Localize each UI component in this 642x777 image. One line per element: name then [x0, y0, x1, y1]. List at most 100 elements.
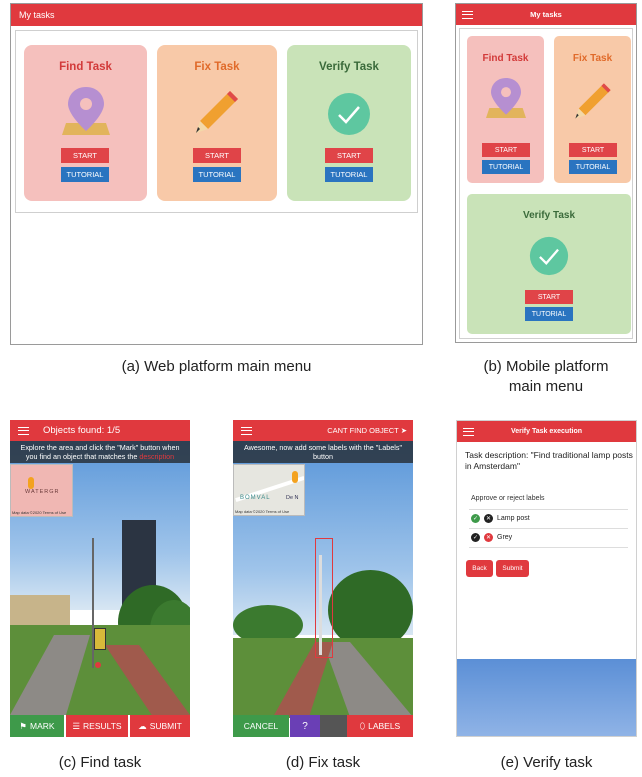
- submit-button-label: SUBMIT: [149, 721, 182, 731]
- results-button[interactable]: ☰ RESULTS: [66, 715, 128, 737]
- street-view-gap: [320, 715, 347, 737]
- person-marker-icon: [292, 471, 298, 483]
- map-label-2: De N: [286, 495, 299, 501]
- web-verify-tutorial-button[interactable]: TUTORIAL: [325, 167, 373, 182]
- caption-b-line-1: (b) Mobile platform: [483, 358, 609, 375]
- reject-x-icon[interactable]: ✕: [484, 533, 493, 542]
- web-verify-task-title: Verify Task: [319, 61, 379, 73]
- verify-bottom-blue-area: [457, 659, 636, 736]
- find-task-instruction-line-2-row: you find an object that matches the desc…: [14, 452, 186, 461]
- verify-submit-button[interactable]: Submit: [496, 560, 529, 577]
- pencil-icon: [575, 83, 611, 119]
- find-task-instruction-line-2: you find an object that matches the: [25, 452, 138, 461]
- map-pin-icon: [486, 78, 526, 118]
- tag-icon: ⬯: [359, 720, 366, 731]
- flag-icon: ⚑: [19, 720, 28, 731]
- mobile-verify-task-card: Verify Task START TUTORIAL: [467, 194, 631, 334]
- mobile-menu-header: My tasks: [456, 4, 636, 25]
- web-fix-start-button[interactable]: START: [193, 148, 241, 163]
- mobile-fix-task-title: Fix Task: [572, 53, 613, 64]
- find-task-instruction-highlight: description: [139, 452, 175, 461]
- web-menu-title: My tasks: [19, 10, 55, 20]
- map-footer: Map data ©2020 Terms of Use: [235, 509, 290, 514]
- checkmark-circle-icon: [529, 236, 569, 276]
- hamburger-menu-icon[interactable]: [241, 426, 252, 435]
- mobile-verify-tutorial-button[interactable]: TUTORIAL: [525, 307, 573, 321]
- map-footer: Map data ©2020 Terms of Use: [12, 510, 67, 515]
- caption-a: (a) Web platform main menu: [121, 358, 312, 375]
- pencil-icon: [196, 91, 238, 133]
- approve-reject-heading: Approve or reject labels: [471, 495, 545, 502]
- mobile-find-start-button[interactable]: START: [482, 143, 530, 157]
- find-task-instruction-line-1: Explore the area and click the "Mark" bu…: [20, 443, 180, 452]
- mark-button[interactable]: ⚑ MARK: [10, 715, 64, 737]
- checkmark-circle-icon: [328, 93, 370, 135]
- fix-task-panel: CANT FIND OBJECT ➤ Awesome, now add some…: [233, 420, 413, 737]
- web-fix-task-card: Fix Task START TUTORIAL: [157, 45, 277, 201]
- mobile-verify-task-title: Verify Task: [522, 210, 576, 221]
- label-text: Lamp post: [497, 515, 530, 522]
- verify-divider: [469, 509, 628, 510]
- cancel-button[interactable]: CANCEL: [233, 715, 289, 737]
- find-task-header: Objects found: 1/5: [10, 420, 190, 441]
- approve-check-icon[interactable]: ✓: [471, 514, 480, 523]
- mobile-find-task-card: Find Task START TUTORIAL: [467, 36, 544, 183]
- verify-divider: [469, 528, 628, 529]
- fix-task-instruction-line-1: Awesome, now add some labels with the "L…: [244, 443, 402, 452]
- map-label-1: BOMVAL: [240, 495, 271, 501]
- web-find-tutorial-button[interactable]: TUTORIAL: [61, 167, 109, 182]
- task-description: Task description: "Find traditional lamp…: [465, 450, 633, 471]
- mobile-fix-tutorial-button[interactable]: TUTORIAL: [569, 160, 617, 174]
- marker-dot-icon: [95, 662, 101, 668]
- fix-task-instruction: Awesome, now add some labels with the "L…: [233, 441, 413, 463]
- label-row: ✓ ✕ Lamp post: [471, 514, 530, 523]
- web-fix-task-title: Fix Task: [194, 61, 240, 73]
- hamburger-menu-icon[interactable]: [18, 426, 29, 435]
- caption-e: (e) Verify task: [500, 754, 593, 771]
- list-icon: ☰: [72, 720, 81, 731]
- verify-task-panel: Verify Task execution Task description: …: [456, 420, 637, 737]
- web-find-start-button[interactable]: START: [61, 148, 109, 163]
- web-menu-panel: My tasks Find Task START TUTORIAL Fix Ta…: [10, 3, 423, 345]
- bounding-box[interactable]: [315, 538, 333, 658]
- map-label: WATERGR: [25, 489, 60, 495]
- verify-task-header: Verify Task execution: [457, 421, 636, 442]
- label-row: ✓ ✕ Grey: [471, 533, 512, 542]
- mobile-verify-start-button[interactable]: START: [525, 290, 573, 304]
- label-text: Grey: [497, 534, 513, 541]
- approve-check-icon[interactable]: ✓: [471, 533, 480, 542]
- arrow-right-icon: ➤: [400, 426, 407, 435]
- caption-d: (d) Fix task: [285, 754, 361, 771]
- results-button-label: RESULTS: [83, 721, 122, 731]
- caption-c: (c) Find task: [58, 754, 142, 771]
- web-fix-tutorial-button[interactable]: TUTORIAL: [193, 167, 241, 182]
- verify-divider: [469, 547, 628, 548]
- web-find-task-title: Find Task: [59, 61, 112, 73]
- mobile-fix-start-button[interactable]: START: [569, 143, 617, 157]
- mark-button-label: MARK: [30, 721, 55, 731]
- find-task-minimap[interactable]: WATERGR Map data ©2020 Terms of Use: [10, 464, 73, 517]
- mobile-menu-title: My tasks: [530, 10, 562, 19]
- mobile-find-tutorial-button[interactable]: TUTORIAL: [482, 160, 530, 174]
- mobile-fix-task-card: Fix Task START TUTORIAL: [554, 36, 631, 183]
- web-verify-start-button[interactable]: START: [325, 148, 373, 163]
- find-task-panel: Objects found: 1/5 Explore the area and …: [10, 420, 190, 737]
- back-button[interactable]: Back: [466, 560, 493, 577]
- street-view-sign: [94, 628, 106, 650]
- reject-x-icon[interactable]: ✕: [484, 514, 493, 523]
- submit-button[interactable]: ☁ SUBMIT: [130, 715, 190, 737]
- fix-task-instruction-line-2: button: [313, 452, 333, 461]
- fix-task-minimap[interactable]: BOMVAL De N Map data ©2020 Terms of Use: [233, 464, 305, 516]
- map-pin-icon: [62, 87, 110, 135]
- objects-found-counter: Objects found: 1/5: [43, 425, 121, 436]
- labels-button-label: LABELS: [368, 721, 401, 731]
- labels-button[interactable]: ⬯ LABELS: [347, 715, 413, 737]
- cloud-upload-icon: ☁: [138, 720, 147, 731]
- verify-task-title: Verify Task execution: [510, 428, 583, 435]
- find-task-instruction: Explore the area and click the "Mark" bu…: [10, 441, 190, 463]
- cant-find-object-button[interactable]: CANT FIND OBJECT ➤: [327, 426, 407, 435]
- mobile-menu-panel: My tasks Find Task START TUTORIAL Fix Ta…: [455, 3, 637, 343]
- web-verify-task-card: Verify Task START TUTORIAL: [287, 45, 411, 201]
- web-menu-header: My tasks: [11, 4, 422, 26]
- help-button[interactable]: ?: [290, 715, 320, 737]
